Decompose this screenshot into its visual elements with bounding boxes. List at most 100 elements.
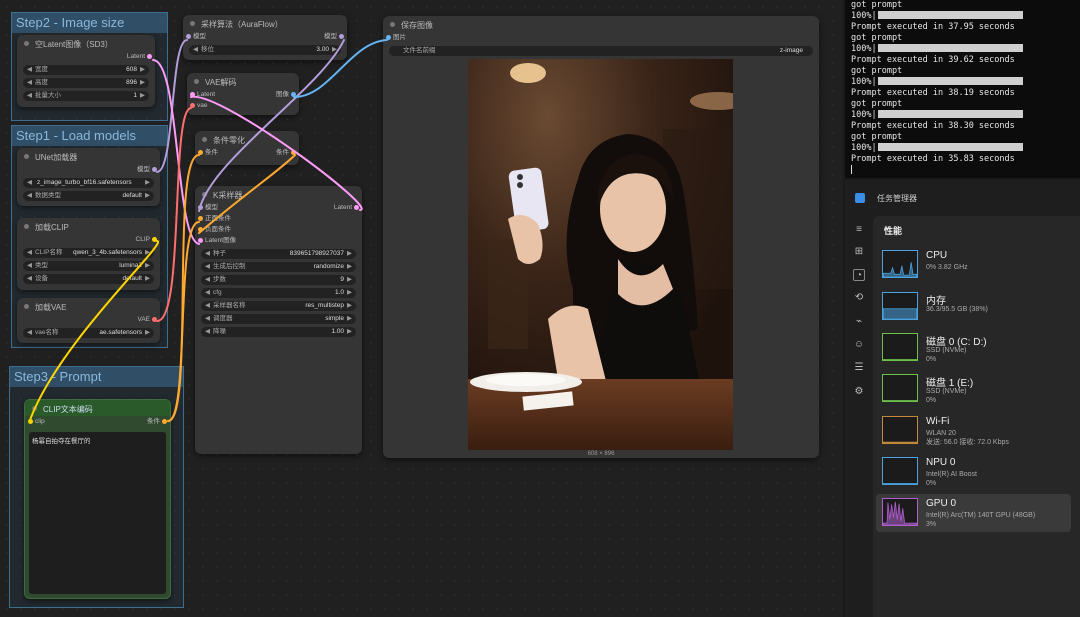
- output-port[interactable]: [162, 419, 167, 424]
- increment-icon[interactable]: ▶: [347, 301, 352, 311]
- input-port[interactable]: [198, 238, 203, 243]
- details-icon[interactable]: ☰: [853, 362, 865, 374]
- filename-prefix-widget[interactable]: 文件名前缀 z-image: [389, 46, 813, 56]
- clip-type-widget[interactable]: ◀ 类型 lumina2 ▶: [23, 261, 154, 271]
- decrement-icon[interactable]: ◀: [205, 262, 210, 272]
- node-title[interactable]: 采样算法（AuraFlow）: [183, 15, 347, 31]
- perf-item[interactable]: CPU 0% 3.82 GHz: [876, 246, 1071, 284]
- increment-icon[interactable]: ▶: [145, 328, 150, 338]
- perf-item[interactable]: NPU 0 Intel(R) AI Boost 0%: [876, 453, 1071, 491]
- increment-icon[interactable]: ▶: [347, 249, 352, 259]
- input-port[interactable]: [198, 150, 203, 155]
- decrement-icon[interactable]: ◀: [205, 301, 210, 311]
- increment-icon[interactable]: ▶: [347, 314, 352, 324]
- output-port[interactable]: [291, 150, 296, 155]
- perf-item[interactable]: 磁盘 1 (E:) SSD (NVMe) 0%: [876, 370, 1071, 408]
- input-port[interactable]: [190, 103, 195, 108]
- empty-latent-node[interactable]: 空Latent图像（SD3） Latent ◀ 宽度 608 ▶ ◀ 高度 896 ▶ ◀ 批…: [17, 35, 155, 107]
- vae-loader-node[interactable]: 加载VAE VAE ◀ vae名称 ae.safetensors ▶: [17, 298, 160, 343]
- sampler-name-widget[interactable]: ◀ 采样器名称 res_multistep ▶: [201, 301, 356, 311]
- input-port[interactable]: [28, 419, 33, 424]
- output-port[interactable]: [152, 317, 157, 322]
- save-image-node[interactable]: 保存图像 图片 文件名前缀 z-image 608 × 896: [383, 16, 819, 458]
- prompt-textarea[interactable]: 杨幂自拍夺在餐厅的: [29, 432, 166, 594]
- vae-decode-node[interactable]: VAE解码 Latent 图像 vae: [187, 73, 299, 115]
- output-port[interactable]: [152, 237, 157, 242]
- output-port[interactable]: [354, 205, 359, 210]
- decrement-icon[interactable]: ◀: [27, 191, 32, 201]
- conditioning-zero-out-node[interactable]: 条件零化 条件 条件: [195, 131, 299, 165]
- input-port[interactable]: [386, 35, 391, 40]
- input-port[interactable]: [198, 216, 203, 221]
- node-canvas[interactable]: Step2 - Image size Step1 - Load models S…: [0, 0, 843, 617]
- increment-icon[interactable]: ▶: [145, 178, 150, 188]
- model-sampling-auraflow-node[interactable]: 采样算法（AuraFlow） 模型 模型 ◀ 移位 3.00 ▶: [183, 15, 347, 60]
- shift-widget[interactable]: ◀ 移位 3.00 ▶: [189, 45, 341, 55]
- decrement-icon[interactable]: ◀: [205, 327, 210, 337]
- perf-item[interactable]: 磁盘 0 (C: D:) SSD (NVMe) 0%: [876, 329, 1071, 367]
- generated-image[interactable]: [468, 59, 733, 450]
- node-title[interactable]: 加载VAE: [17, 298, 160, 314]
- ksampler-node[interactable]: K采样器 模型 Latent 正面条件 负面条件 Latent图像 ◀ 种子 839…: [195, 186, 362, 454]
- input-port[interactable]: [186, 34, 191, 39]
- increment-icon[interactable]: ▶: [347, 262, 352, 272]
- output-port[interactable]: [147, 54, 152, 59]
- input-port[interactable]: [198, 205, 203, 210]
- control-after-generate-widget[interactable]: ◀ 生成后控制 randomize ▶: [201, 262, 356, 272]
- decrement-icon[interactable]: ◀: [193, 45, 198, 55]
- performance-icon[interactable]: ◔: [853, 269, 865, 281]
- decrement-icon[interactable]: ◀: [27, 261, 32, 271]
- cfg-widget[interactable]: ◀ cfg 1.0 ▶: [201, 288, 356, 298]
- increment-icon[interactable]: ▶: [145, 248, 150, 258]
- width-widget[interactable]: ◀ 宽度 608 ▶: [23, 65, 149, 75]
- services-icon[interactable]: ⚙: [853, 386, 865, 398]
- output-port[interactable]: [291, 92, 296, 97]
- decrement-icon[interactable]: ◀: [27, 91, 32, 101]
- vae-name-widget[interactable]: ◀ vae名称 ae.safetensors ▶: [23, 328, 154, 338]
- increment-icon[interactable]: ▶: [145, 191, 150, 201]
- output-port[interactable]: [152, 167, 157, 172]
- decrement-icon[interactable]: ◀: [205, 275, 210, 285]
- startup-apps-icon[interactable]: ⌁: [853, 316, 865, 328]
- input-port[interactable]: [198, 227, 203, 232]
- node-title[interactable]: UNet加载器: [17, 148, 160, 164]
- batch-size-widget[interactable]: ◀ 批量大小 1 ▶: [23, 91, 149, 101]
- scheduler-widget[interactable]: ◀ 调度器 simple ▶: [201, 314, 356, 324]
- increment-icon[interactable]: ▶: [145, 261, 150, 271]
- perf-item[interactable]: Wi-Fi WLAN 20 发送: 56.0 接收: 72.0 Kbps: [876, 412, 1071, 450]
- decrement-icon[interactable]: ◀: [205, 314, 210, 324]
- denoise-widget[interactable]: ◀ 降噪 1.00 ▶: [201, 327, 356, 337]
- task-manager-titlebar[interactable]: 任务管理器: [845, 180, 1080, 216]
- clip-device-widget[interactable]: ◀ 设备 default ▶: [23, 274, 154, 284]
- perf-item[interactable]: GPU 0 Intel(R) Arc(TM) 140T GPU (48GB) 3%: [876, 494, 1071, 532]
- node-title[interactable]: 加载CLIP: [17, 218, 160, 234]
- menu-icon[interactable]: ≡: [853, 224, 865, 236]
- output-port[interactable]: [339, 34, 344, 39]
- unet-loader-node[interactable]: UNet加载器 模型 ◀ z_image_turbo_bf16.safetenso…: [17, 148, 160, 206]
- decrement-icon[interactable]: ◀: [27, 328, 32, 338]
- node-title[interactable]: VAE解码: [187, 73, 299, 89]
- node-title[interactable]: 保存图像: [383, 16, 819, 32]
- clip-loader-node[interactable]: 加载CLIP CLIP ◀ CLIP名称 qwen_3_4b.safetensors…: [17, 218, 160, 290]
- decrement-icon[interactable]: ◀: [27, 248, 32, 258]
- unet-model-widget[interactable]: ◀ z_image_turbo_bf16.safetensors ▶: [23, 178, 154, 188]
- input-port[interactable]: [190, 92, 195, 97]
- increment-icon[interactable]: ▶: [332, 45, 337, 55]
- increment-icon[interactable]: ▶: [347, 288, 352, 298]
- task-manager-window[interactable]: 任务管理器 ≡ ⊞ ◔ ⟲ ⌁ ☺ ☰ ⚙ 性能 CPU 0% 3.82 GHz 内…: [845, 180, 1080, 617]
- decrement-icon[interactable]: ◀: [27, 65, 32, 75]
- app-history-icon[interactable]: ⟲: [853, 292, 865, 304]
- processes-icon[interactable]: ⊞: [853, 246, 865, 258]
- increment-icon[interactable]: ▶: [347, 327, 352, 337]
- decrement-icon[interactable]: ◀: [27, 178, 32, 188]
- increment-icon[interactable]: ▶: [140, 91, 145, 101]
- node-title[interactable]: K采样器: [195, 186, 362, 202]
- terminal-console[interactable]: got prompt 100%| Prompt executed in 37.95 …: [845, 0, 1080, 178]
- increment-icon[interactable]: ▶: [145, 274, 150, 284]
- decrement-icon[interactable]: ◀: [27, 78, 32, 88]
- decrement-icon[interactable]: ◀: [27, 274, 32, 284]
- increment-icon[interactable]: ▶: [140, 78, 145, 88]
- increment-icon[interactable]: ▶: [140, 65, 145, 75]
- dtype-widget[interactable]: ◀ 数据类型 default ▶: [23, 191, 154, 201]
- decrement-icon[interactable]: ◀: [205, 288, 210, 298]
